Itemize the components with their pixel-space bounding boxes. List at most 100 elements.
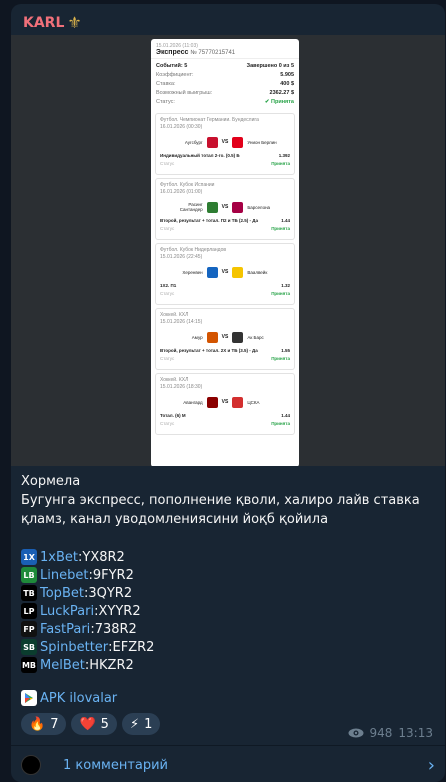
match-date: 15.01.2026 (18:30) xyxy=(160,384,203,390)
finished-count: Завершено 0 из 5 xyxy=(246,63,294,69)
match-status: Статус Принята xyxy=(160,226,290,231)
match-bet: Второй, результат + тотал. 2Х и ТБ (3.5)… xyxy=(160,348,290,353)
away-team: Ак Барс xyxy=(247,334,264,340)
match-card: Хоккей. КХЛ 15.01.2026 (18:30) Авангард VS Ц… xyxy=(155,373,295,435)
promo-code[interactable]: 738R2 xyxy=(95,620,137,639)
match-bet: 1Х2. П1 1.32 xyxy=(160,283,290,288)
divider xyxy=(11,745,445,746)
away-team-logo xyxy=(232,266,244,278)
home-team: Херенвен xyxy=(182,269,203,275)
reaction-count: 7 xyxy=(50,716,59,732)
match-card: Футбол. Кубок Нидерландов 15.01.2026 (22:… xyxy=(155,243,295,305)
bookmaker-row: SB Spinbetter: EFZR2 xyxy=(21,638,436,656)
match-league: Футбол. Чемпионат Германии. Бундеслига xyxy=(160,117,259,123)
match-card: Футбол. Кубок Испании 16.01.2026 (01:00) Р… xyxy=(155,178,295,240)
match-status: Статус Принята xyxy=(160,356,290,361)
home-team-logo xyxy=(206,331,218,343)
match-date: 16.01.2026 (00:30) xyxy=(160,124,203,130)
away-team: Унион Берлин xyxy=(247,139,277,145)
win-value: 2362.27 $ xyxy=(269,90,294,96)
home-team-logo xyxy=(206,266,218,278)
match-league: Футбол. Кубок Нидерландов xyxy=(160,247,227,253)
reaction-emoji: ⚡ xyxy=(129,716,140,732)
reaction-emoji: 🔥 xyxy=(29,716,46,732)
bookmaker-row: 1X 1xBet: YX8R2 xyxy=(21,548,436,566)
match-card: Футбол. Чемпионат Германии. Бундеслига 16… xyxy=(155,113,295,175)
away-team-logo xyxy=(232,201,244,213)
match-bet: Индивидуальный тотал 2-го. (0.5) Б 1.392 xyxy=(160,153,290,158)
bookmaker-link[interactable]: 1xBet xyxy=(40,548,78,567)
bookmaker-logo-icon: SB xyxy=(21,639,37,655)
bookmaker-row: LP LuckPari: XYYR2 xyxy=(21,602,436,620)
bookmaker-logo-icon: TB xyxy=(21,585,37,601)
view-count: 948 xyxy=(369,726,393,740)
coupon-summary: Событий: 5 Завершено 0 из 5 Коэффициент: 5… xyxy=(151,59,299,110)
coupon-number: № 75770215741 xyxy=(190,50,236,56)
bookmaker-logo-icon: 1X xyxy=(21,549,37,565)
apk-link[interactable]: APK ilovalar xyxy=(21,690,120,706)
comments-button[interactable]: 1 комментарий › xyxy=(21,748,435,782)
coupon-screenshot[interactable]: 15.01.2026 (11:03) Экспресс № 7577021574… xyxy=(11,35,445,466)
away-team-logo xyxy=(232,331,244,343)
promo-code[interactable]: YX8R2 xyxy=(82,548,124,567)
promo-code[interactable]: 3QYR2 xyxy=(88,584,132,603)
reaction-chip[interactable]: 🔥 7 xyxy=(21,713,67,735)
vs-label: VS xyxy=(221,334,229,340)
stake-label: Ставка: xyxy=(156,81,176,87)
channel-name-text: KARL xyxy=(23,14,65,31)
bookmaker-logo-icon: FP xyxy=(21,621,37,637)
match-teams: Аугсбург VS Унион Берлин xyxy=(160,131,290,153)
bookmaker-logo-icon: LB xyxy=(21,567,37,583)
bookmaker-link[interactable]: FastPari xyxy=(40,620,90,639)
coupon-type: Экспресс xyxy=(156,49,189,56)
reaction-chip[interactable]: ⚡ 1 xyxy=(121,713,161,735)
eye-icon xyxy=(348,728,363,738)
fleur-de-lis-icon: ⚜ xyxy=(67,13,82,32)
match-league: Хоккей. КХЛ xyxy=(160,377,189,383)
coef-value: 5.905 xyxy=(280,72,294,78)
match-teams: Херенвен VS Ваалвейк xyxy=(160,261,290,283)
comments-label: 1 комментарий xyxy=(63,757,169,773)
bookmaker-link[interactable]: MelBet xyxy=(40,656,85,675)
away-team: ЦСКА xyxy=(247,399,260,405)
match-date: 15.01.2026 (22:45) xyxy=(160,254,203,260)
promo-code[interactable]: 9FYR2 xyxy=(93,566,134,585)
bookmaker-logo-icon: LP xyxy=(21,603,37,619)
reactions: 🔥 7 ❤️ 5 ⚡ 1 xyxy=(21,713,161,735)
events-count: Событий: 5 xyxy=(156,63,188,69)
promo-code[interactable]: HKZR2 xyxy=(89,656,134,675)
coupon-title: Экспресс № 75770215741 xyxy=(156,49,294,56)
match-bet: Второй, результат + тотал. П2 и ТБ (2.5)… xyxy=(160,218,290,223)
stake-value: 400 $ xyxy=(280,81,294,87)
message-title: Хормела xyxy=(21,474,81,489)
message-body: Бугунга экспресс, пополнение қволи, хали… xyxy=(21,493,420,527)
away-team-logo xyxy=(232,396,244,408)
home-team-logo xyxy=(206,201,218,213)
bookmaker-link[interactable]: Spinbetter xyxy=(40,638,108,657)
bookmaker-link[interactable]: Linebet xyxy=(40,566,88,585)
reaction-chip[interactable]: ❤️ 5 xyxy=(71,713,117,735)
promo-code[interactable]: EFZR2 xyxy=(113,638,155,657)
match-date: 16.01.2026 (01:00) xyxy=(160,189,203,195)
channel-name[interactable]: KARL ⚜ xyxy=(23,13,82,32)
home-team: Амур xyxy=(191,334,203,340)
match-teams: Расинг Сантандер VS Барселона xyxy=(160,196,290,218)
home-team: Авангард xyxy=(183,399,203,405)
match-teams: Авангард VS ЦСКА xyxy=(160,391,290,413)
match-status: Статус Принята xyxy=(160,421,290,426)
bookmaker-row: LB Linebet: 9FYR2 xyxy=(21,566,436,584)
reaction-emoji: ❤️ xyxy=(79,716,96,732)
coef-label: Коэффициент: xyxy=(156,72,194,78)
promo-code[interactable]: XYYR2 xyxy=(99,602,141,621)
win-label: Возможный выигрыш: xyxy=(156,90,213,96)
message-bubble: KARL ⚜ 15.01.2026 (11:03) Экспресс № 757… xyxy=(11,4,445,782)
bookmaker-link[interactable]: TopBet xyxy=(40,584,84,603)
match-date: 15.01.2026 (14:15) xyxy=(160,319,203,325)
bookmaker-link[interactable]: LuckPari xyxy=(40,602,94,621)
apk-label: APK ilovalar xyxy=(40,690,118,706)
message-meta: 948 13:13 xyxy=(348,726,433,740)
status-value: ✔ Принята xyxy=(264,99,294,105)
coupon-header: 15.01.2026 (11:03) Экспресс № 7577021574… xyxy=(151,39,299,59)
away-team: Ваалвейк xyxy=(247,269,268,275)
google-play-icon xyxy=(21,690,37,706)
